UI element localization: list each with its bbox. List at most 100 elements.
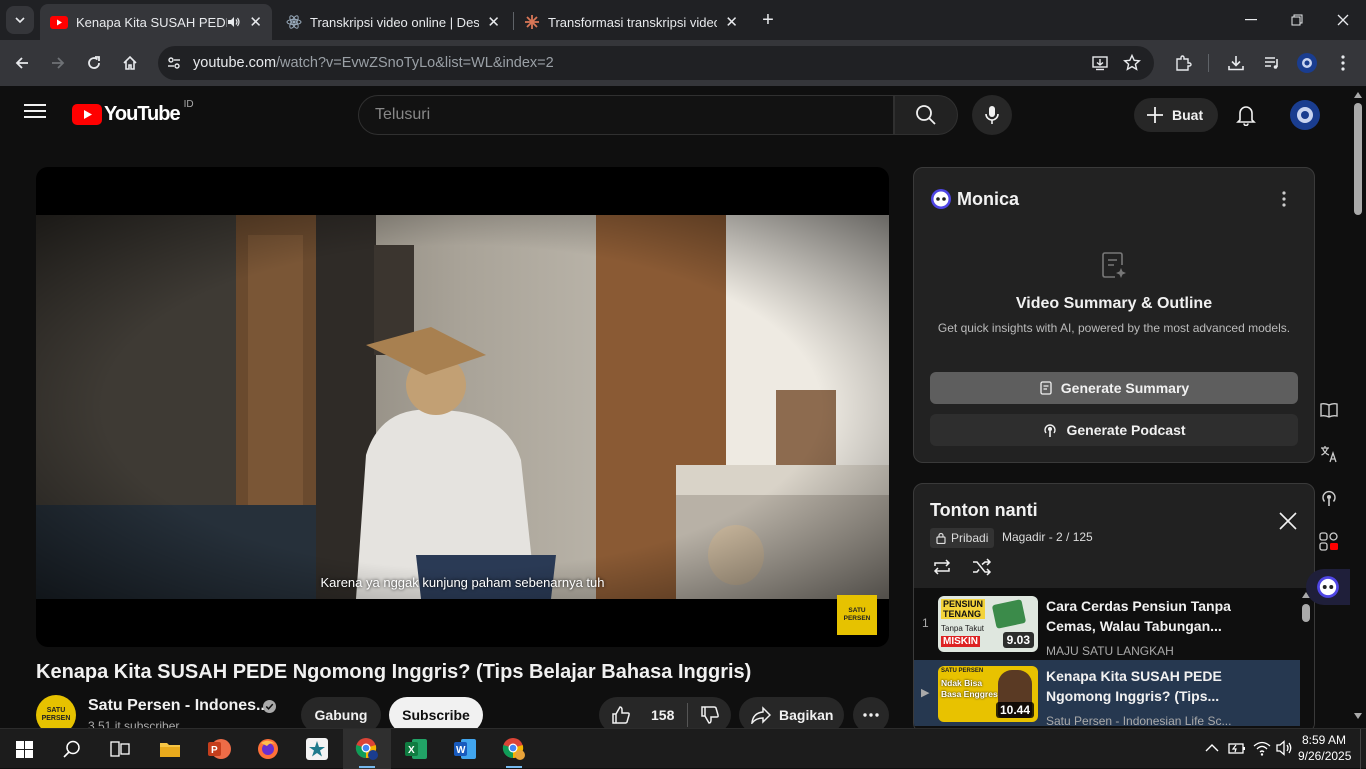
shuffle-icon[interactable] [971,558,993,576]
channel-watermark[interactable]: SATU PERSEN [837,595,877,635]
now-playing-indicator: ▶ [921,687,930,699]
taskbar-chrome-secondary[interactable] [490,729,538,769]
taskbar-powerpoint[interactable]: P [195,729,243,769]
wifi-icon[interactable] [1253,740,1271,756]
tab-youtube[interactable]: Kenapa Kita SUSAH PEDE N ✕ [40,4,272,40]
generate-summary-button[interactable]: Generate Summary [930,372,1298,404]
create-button[interactable]: Buat [1134,98,1218,132]
chrome-menu-button[interactable] [1328,48,1358,78]
home-button[interactable] [115,48,145,78]
playlist-scrollbar-thumb[interactable] [1302,604,1310,622]
site-info-icon[interactable] [166,55,182,71]
share-label: Bagikan [779,707,834,723]
profile-button[interactable] [1292,48,1322,78]
apps-grid-icon [1319,532,1338,551]
task-view-button[interactable] [96,729,144,769]
taskbar-excel[interactable]: X [392,729,440,769]
install-app-icon[interactable] [1091,54,1109,72]
claude-burst-icon [525,15,539,29]
youtube-logo[interactable]: YouTube ID [72,99,194,126]
thumbs-up-icon [612,706,630,724]
scroll-up-icon[interactable] [1354,92,1362,98]
close-icon[interactable] [1278,511,1298,531]
close-tab-icon[interactable]: ✕ [487,13,500,31]
minimize-button[interactable] [1228,0,1274,40]
apps-button[interactable] [1314,527,1344,557]
speaker-icon[interactable] [227,16,241,28]
start-button[interactable] [0,729,48,769]
playlist-panel: Tonton nanti Pribadi Magadir - 2 / 125 1… [913,483,1315,733]
new-tab-icon[interactable]: + [758,8,778,32]
clock-time: 8:59 AM [1301,733,1347,747]
account-avatar[interactable] [1290,100,1320,130]
close-icon [1337,14,1349,26]
playlist-item-title: Kenapa Kita SUSAH PEDE Ngomong Inggris? … [1046,668,1222,704]
search-box[interactable] [358,95,894,135]
account-avatar-icon [1290,100,1320,130]
more-vertical-icon[interactable] [1282,191,1286,207]
thumb-headline: PENSIUN TENANG [941,599,985,619]
search-button[interactable] [894,95,958,135]
restore-button[interactable] [1274,0,1320,40]
plus-icon [1147,107,1163,123]
share-arrow-icon [751,706,771,724]
book-open-icon [1320,402,1338,418]
generate-podcast-button[interactable]: Generate Podcast [930,414,1298,446]
clock[interactable]: 8:59 AM 9/26/2025 [1298,732,1351,764]
voice-search-button[interactable] [972,95,1012,135]
chevron-up-icon[interactable] [1205,743,1219,753]
reload-button[interactable] [79,48,109,78]
search-input[interactable] [359,96,893,134]
close-tab-icon[interactable]: ✕ [725,13,738,31]
taskbar-file-explorer[interactable] [146,729,194,769]
extensions-button[interactable] [1168,48,1198,78]
summary-subtitle: Get quick insights with AI, powered by t… [937,321,1291,335]
taskbar-app-star[interactable] [293,729,341,769]
scroll-down-icon[interactable] [1354,713,1362,719]
tab-search-button[interactable] [6,6,34,34]
downloads-button[interactable] [1221,48,1251,78]
generate-podcast-label: Generate Podcast [1066,422,1186,438]
tab-transkripsi[interactable]: Transkripsi video online | Desgr ✕ [276,4,510,40]
playlist-item-thumbnail[interactable]: PENSIUN TENANG Tanpa Takut MISKIN 9.03 [938,596,1038,652]
notifications-button[interactable] [1236,104,1256,126]
playlist-item-current[interactable]: ▶ SATU PERSEN Ndak Bisa Basa Enggres 10.… [914,660,1300,728]
close-tab-icon[interactable]: ✕ [249,13,262,31]
chrome-icon [355,738,378,760]
taskbar-firefox[interactable] [244,729,292,769]
reader-mode-button[interactable] [1314,395,1344,425]
forward-button[interactable] [43,48,73,78]
taskbar-search-button[interactable] [48,729,96,769]
taskbar-word[interactable]: W [441,729,489,769]
video-player[interactable]: Karena ya nggak kunjung paham sebenarnya… [36,167,889,647]
create-label: Buat [1172,107,1204,123]
show-desktop-button[interactable] [1360,729,1366,769]
address-bar[interactable]: youtube.com/watch?v=EvwZSnoTyLo&list=WL&… [158,46,1154,80]
queue-music-icon [1265,57,1278,69]
playlist-item[interactable]: 1 PENSIUN TENANG Tanpa Takut MISKIN 9.03… [914,590,1300,658]
playlist-title[interactable]: Tonton nanti [930,500,1038,521]
volume-icon[interactable] [1276,740,1294,756]
back-button[interactable] [7,48,37,78]
podcast-icon [1322,490,1336,506]
page-scrollbar-thumb[interactable] [1354,103,1362,215]
thumb-subline: Tanpa Takut [941,624,984,633]
translate-button[interactable] [1314,439,1344,469]
monica-toggle-button[interactable] [1306,569,1350,605]
bookmark-star-icon[interactable] [1123,54,1141,72]
download-icon [1228,56,1244,71]
video-frame[interactable] [36,215,889,599]
playlist-item-thumbnail[interactable]: SATU PERSEN Ndak Bisa Basa Enggres 10.44 [938,666,1038,722]
thumb-headline: Ndak Bisa Basa Enggres [941,678,998,699]
page-scrollbar[interactable] [1350,86,1366,728]
tab-transformasi[interactable]: Transformasi transkripsi video n ✕ [514,4,748,40]
video-caption: Karena ya nggak kunjung paham sebenarnya… [320,575,605,590]
channel-name[interactable]: Satu Persen - Indones... [88,697,269,715]
podcast-rail-button[interactable] [1314,483,1344,513]
close-window-button[interactable] [1320,0,1366,40]
battery-charging-icon[interactable] [1228,740,1246,756]
taskbar-chrome-profile[interactable] [343,729,391,769]
media-controls-button[interactable] [1257,48,1287,78]
guide-menu-button[interactable] [24,103,46,119]
loop-icon[interactable] [931,558,953,576]
